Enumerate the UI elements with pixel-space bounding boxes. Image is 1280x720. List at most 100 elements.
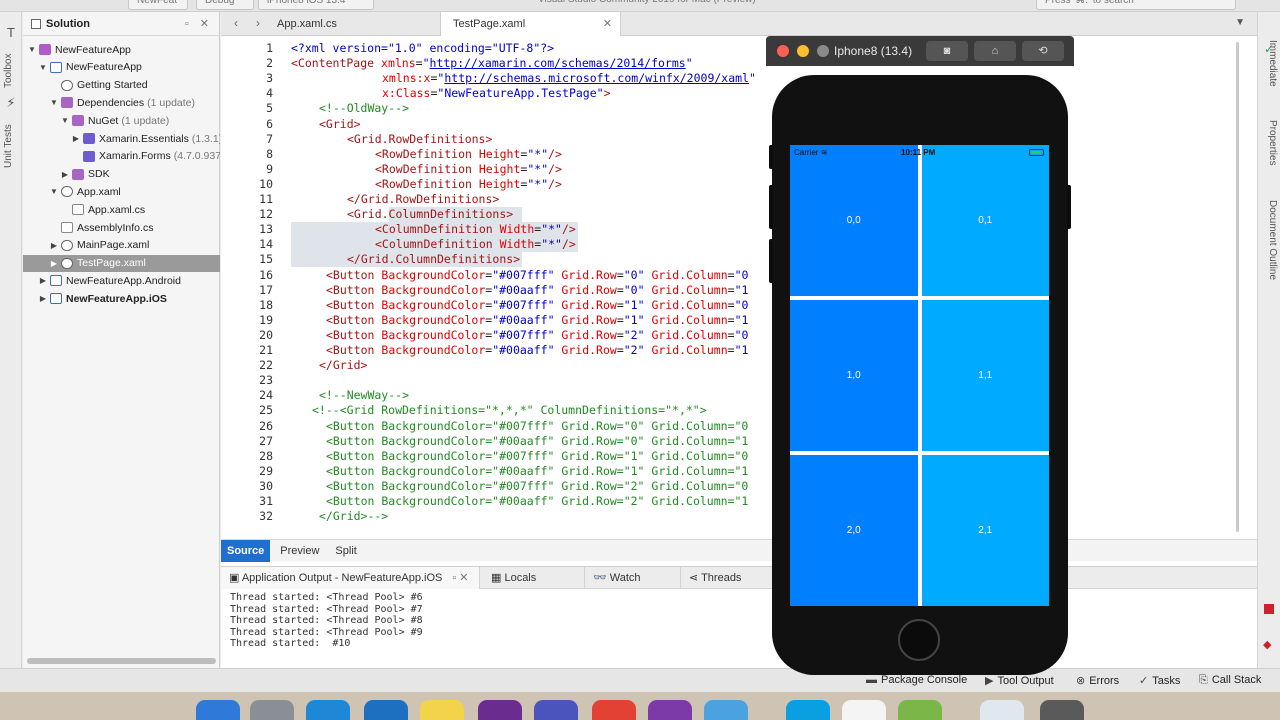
tree-item[interactable]: ▶ SDK (23, 166, 220, 183)
grid-button[interactable]: 1,1 (921, 300, 1049, 451)
chevron-right-icon[interactable]: › (251, 16, 265, 30)
code-token: <Button BackgroundColor="#00aaff" Grid.R… (326, 433, 749, 448)
document-outline-tab[interactable]: Document Outline (1262, 200, 1278, 296)
github-icon[interactable] (478, 700, 522, 720)
chevron-down-icon[interactable]: ▼ (38, 63, 48, 72)
chrome-icon[interactable] (592, 700, 636, 720)
chevron-right-icon[interactable]: ▶ (38, 276, 48, 285)
tasks-button[interactable]: ✓ Tasks (1139, 674, 1180, 687)
tree-item[interactable]: AssemblyInfo.cs (23, 219, 220, 236)
proj-icon (50, 275, 62, 287)
tree-item[interactable]: ▶ NewFeatureApp.Android (23, 272, 220, 289)
tab-source[interactable]: Source (221, 539, 271, 562)
properties-tab[interactable]: Properties (1262, 120, 1278, 178)
notes-icon[interactable] (420, 700, 464, 720)
edge-icon[interactable] (306, 700, 350, 720)
toolbox-icon: T (7, 25, 15, 40)
tree-item[interactable]: ▼ Dependencies (1 update) (23, 94, 220, 111)
chevron-down-icon[interactable]: ▼ (60, 116, 70, 125)
finder-icon[interactable] (196, 700, 240, 720)
code-token: "#007fff" (492, 297, 555, 312)
code-token: <Button (326, 297, 382, 312)
rotate-icon[interactable]: ⟲ (1022, 41, 1064, 61)
visual-studio-icon[interactable] (648, 700, 692, 720)
tree-item[interactable]: ▼ NewFeatureApp (23, 41, 220, 58)
chevron-right-icon[interactable]: ▶ (49, 241, 59, 250)
search-box[interactable]: Press '⌘.' to search (1036, 0, 1236, 10)
pad-controls[interactable]: ▫ ✕ (185, 17, 213, 30)
package-console-button[interactable]: ▬ Package Console (866, 674, 967, 686)
trash-icon[interactable] (1040, 700, 1084, 720)
call-stack-button[interactable]: ⎘ Call Stack (1199, 674, 1261, 687)
unit-tests-tab[interactable]: Unit Tests (3, 112, 19, 168)
tab-threads[interactable]: ⋖ Threads (681, 567, 781, 589)
tab-application-output[interactable]: ▣ Application Output - NewFeatureApp.iOS… (221, 567, 480, 589)
tab-app-xaml-cs[interactable]: App.xaml.cs (265, 12, 441, 36)
screenshot-icon[interactable]: ◙ (926, 41, 968, 61)
tree-item[interactable]: Xamarin.Forms(4.7.0.937-pr (23, 148, 220, 165)
tree-item[interactable]: ▶ TestPage.xaml (23, 254, 220, 272)
tab-locals[interactable]: ▦ Locals (483, 567, 585, 589)
solution-hscrollbar[interactable] (27, 658, 216, 664)
eraser-icon[interactable]: ◆ (1263, 638, 1275, 651)
pad-controls[interactable]: ▫✕ (452, 572, 471, 584)
tree-item[interactable]: App.xaml.cs (23, 201, 220, 218)
chevron-down-icon[interactable]: ▼ (1235, 17, 1245, 28)
chevron-down-icon[interactable]: ▼ (49, 187, 59, 196)
tree-item[interactable]: ▶ Xamarin.Essentials (1.3.1) (23, 130, 220, 147)
toolbar-device-selector[interactable]: iPhone8 iOS 13.4 (258, 0, 374, 10)
launchpad-icon[interactable] (250, 700, 294, 720)
call-stack-icon: ⎘ (1199, 674, 1208, 686)
immediate-tab[interactable]: Immediate (1262, 40, 1278, 100)
status-bar: ▬ Package Console ▶ Tool Output ⊗ Errors ✓ T… (0, 668, 1280, 692)
minimize-window-icon[interactable] (797, 45, 809, 57)
editor-vscrollbar[interactable] (1236, 42, 1239, 532)
tab-testpage-xaml[interactable]: TestPage.xaml ✕ (441, 12, 621, 36)
tab-label: TestPage.xaml (453, 18, 526, 30)
chevron-left-icon[interactable]: ‹ (229, 16, 243, 30)
chevron-right-icon[interactable]: ▶ (71, 134, 81, 143)
preview-icon[interactable] (980, 700, 1024, 720)
home-button[interactable] (898, 619, 940, 661)
tree-item[interactable]: ▼ App.xaml (23, 183, 220, 200)
tab-split[interactable]: Split (329, 540, 362, 562)
grid-button[interactable]: 0,1 (921, 145, 1049, 296)
app-icon[interactable] (842, 700, 886, 720)
stop-icon[interactable] (1264, 604, 1274, 614)
chevron-right-icon[interactable]: ▶ (60, 170, 70, 179)
code-token: "1 (734, 343, 749, 357)
grid-button[interactable]: 0,0 (790, 145, 918, 296)
grid-button[interactable]: 1,0 (790, 300, 918, 451)
code-token: > (603, 86, 611, 101)
tree-item[interactable]: ▼ NewFeatureApp (23, 59, 220, 76)
output-line: Thread started: <Thread Pool> #7 (230, 603, 423, 615)
chevron-down-icon[interactable]: ▼ (27, 45, 37, 54)
chevron-right-icon[interactable]: ▶ (49, 259, 59, 268)
tab-preview[interactable]: Preview (274, 540, 325, 562)
close-icon[interactable]: ✕ (603, 12, 612, 36)
app-icon-green[interactable] (898, 700, 942, 720)
code-token: " (422, 56, 430, 71)
chevron-down-icon[interactable]: ▼ (49, 98, 59, 107)
chevron-right-icon[interactable]: ▶ (38, 294, 48, 303)
teams-icon[interactable] (534, 700, 578, 720)
grid-button[interactable]: 2,0 (790, 455, 918, 606)
home-icon[interactable]: ⌂ (974, 41, 1016, 61)
toolbar-config-selector[interactable]: Debug (196, 0, 254, 10)
tree-item[interactable]: ▼ NuGet (1 update) (23, 112, 220, 129)
toolbox-tab[interactable]: Toolbox (3, 42, 19, 88)
skype-icon[interactable] (786, 700, 830, 720)
errors-button[interactable]: ⊗ Errors (1076, 674, 1119, 687)
tree-item[interactable]: Getting Started (23, 77, 220, 94)
xcode-icon[interactable] (704, 700, 748, 720)
zoom-window-icon[interactable] (817, 45, 829, 57)
tab-watch[interactable]: 👓 Watch (585, 567, 681, 589)
vscode-icon[interactable] (364, 700, 408, 720)
toolbar-project-selector[interactable]: NewFeat (128, 0, 188, 10)
grid-button[interactable]: 2,1 (921, 455, 1049, 606)
tree-item[interactable]: ▶ NewFeatureApp.iOS (23, 290, 220, 307)
close-window-icon[interactable] (777, 45, 789, 57)
tree-item[interactable]: ▶ MainPage.xaml (23, 237, 220, 254)
tool-output-button[interactable]: ▶ Tool Output (985, 674, 1054, 687)
tree-item-detail: (1 update) (147, 96, 196, 109)
